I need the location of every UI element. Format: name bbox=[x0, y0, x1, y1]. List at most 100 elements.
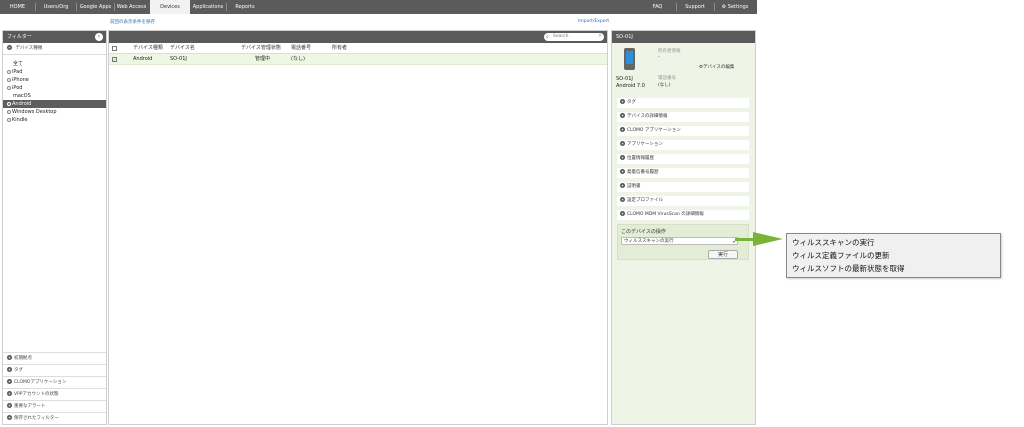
column-mgmt-status[interactable]: デバイス管理状態 bbox=[241, 43, 281, 54]
tab-applications[interactable]: Applications bbox=[190, 0, 226, 14]
cell-device-type: Android bbox=[133, 56, 153, 62]
section-label: 保存されたフィルター bbox=[14, 416, 59, 421]
detail-section-label: 位置情報履歴 bbox=[627, 156, 654, 161]
detail-section-label: デバイスの詳細情報 bbox=[627, 114, 668, 119]
tab-reports[interactable]: Reports bbox=[227, 0, 263, 14]
filter-section-tag[interactable]: + タグ bbox=[3, 364, 106, 376]
detail-section-label: CLOMO MDM VirusScan の詳細情報 bbox=[627, 212, 704, 217]
column-device-name[interactable]: デバイス名 bbox=[170, 43, 195, 54]
plus-circle-icon: + bbox=[620, 99, 625, 104]
option-virus-scan[interactable]: ウィルススキャンの実行 bbox=[792, 237, 875, 248]
device-type-label: Windows Desktop bbox=[12, 109, 57, 115]
save-display-conditions-link[interactable]: 前回の表示条件を保存 bbox=[110, 19, 155, 25]
device-operations: このデバイスの操作 ウィルススキャンの実行 ▾ 実行 bbox=[617, 224, 749, 260]
detail-section-device-info[interactable]: + デバイスの詳細情報 bbox=[617, 112, 749, 122]
chevron-left-icon[interactable]: ‹ bbox=[95, 33, 103, 41]
filter-section-device-type[interactable]: + デバイス種類 bbox=[3, 43, 106, 55]
detail-os: Android 7.0 bbox=[616, 83, 645, 89]
section-label: 初期拠点 bbox=[14, 356, 32, 361]
device-type-ipad[interactable]: iPad bbox=[3, 68, 106, 76]
option-get-latest-status[interactable]: ウィルスソフトの最新状態を取得 bbox=[792, 263, 905, 274]
plus-circle-icon: + bbox=[7, 45, 12, 50]
settings-link[interactable]: ⚙ Settings bbox=[717, 0, 753, 14]
detail-section-call-history[interactable]: + 発着信番号履歴 bbox=[617, 168, 749, 178]
device-type-ipod[interactable]: iPod bbox=[3, 84, 106, 92]
detail-section-label: 設定プロファイル bbox=[627, 198, 663, 203]
search-input[interactable]: ⌕ Search ✕ bbox=[544, 33, 604, 41]
plus-circle-icon: + bbox=[7, 355, 12, 360]
top-nav: HOME Users/Org Google Apps Web Access De… bbox=[0, 0, 757, 14]
device-list-toolbar: ⌕ Search ✕ bbox=[109, 31, 607, 43]
column-phone[interactable]: 電話番号 bbox=[291, 43, 311, 54]
tab-users-org[interactable]: Users/Org bbox=[36, 0, 76, 14]
device-type-all[interactable]: 全て bbox=[3, 60, 106, 68]
clear-icon[interactable]: ✕ bbox=[598, 33, 602, 41]
select-all-checkbox[interactable] bbox=[112, 46, 117, 51]
detail-section-clomo-apps[interactable]: + CLOMO アプリケーション bbox=[617, 126, 749, 136]
section-label: 重要なアラート bbox=[14, 404, 46, 409]
table-row[interactable]: ✓ Android SO-01J 管理中 (なし) bbox=[109, 54, 607, 65]
nav-separator bbox=[714, 3, 715, 11]
device-type-label: 全て bbox=[13, 61, 24, 67]
filter-section-clomo-apps[interactable]: + CLOMOアプリケーション bbox=[3, 376, 106, 388]
device-type-kindle[interactable]: Kindle bbox=[3, 116, 106, 124]
detail-section-virusscan[interactable]: + CLOMO MDM VirusScan の詳細情報 bbox=[617, 210, 749, 220]
section-label: デバイス種類 bbox=[15, 46, 43, 51]
row-checkbox[interactable]: ✓ bbox=[112, 57, 117, 62]
plus-circle-icon: + bbox=[7, 367, 12, 372]
device-type-label: Android bbox=[12, 101, 32, 107]
device-list-panel: ⌕ Search ✕ デバイス種類 デバイス名 デバイス管理状態 電話番号 所有… bbox=[108, 30, 608, 425]
callout-arrow-icon bbox=[753, 232, 783, 246]
settings-label: Settings bbox=[727, 4, 749, 10]
detail-header: SO-01J bbox=[612, 31, 755, 43]
plus-circle-icon: + bbox=[7, 415, 12, 420]
filter-bottom-sections: + 初期拠点 + タグ + CLOMOアプリケーション + VPPアカウントの状態 + 重… bbox=[3, 352, 106, 424]
detail-section-label: アプリケーション bbox=[627, 142, 663, 147]
tab-devices[interactable]: Devices bbox=[150, 0, 190, 14]
cell-device-name: SO-01J bbox=[170, 56, 187, 62]
option-update-definitions[interactable]: ウィルス定義ファイルの更新 bbox=[792, 250, 890, 261]
tab-home[interactable]: HOME bbox=[0, 0, 35, 14]
owner-label: 所有者情報 bbox=[658, 49, 681, 54]
detail-section-profiles[interactable]: + 設定プロファイル bbox=[617, 196, 749, 206]
filter-section-initial-site[interactable]: + 初期拠点 bbox=[3, 352, 106, 364]
import-export-link[interactable]: Import/Export bbox=[578, 19, 609, 24]
radio-icon bbox=[7, 117, 11, 122]
device-type-macos[interactable]: macOS bbox=[3, 92, 106, 100]
radio-icon bbox=[7, 109, 11, 114]
plus-circle-icon: + bbox=[620, 169, 625, 174]
device-type-android[interactable]: Android bbox=[3, 100, 106, 108]
faq-link[interactable]: FAQ bbox=[640, 0, 675, 14]
device-type-iphone[interactable]: iPhone bbox=[3, 76, 106, 84]
radio-icon bbox=[7, 85, 11, 90]
operation-selected-value: ウィルススキャンの実行 bbox=[624, 239, 674, 244]
radio-icon bbox=[7, 69, 11, 74]
device-type-windows-desktop[interactable]: Windows Desktop bbox=[3, 108, 106, 116]
owner-value: - bbox=[658, 55, 660, 60]
cell-mgmt-status: 管理中 bbox=[255, 56, 271, 62]
edit-device-label: デバイスの編集 bbox=[703, 65, 735, 70]
detail-section-location[interactable]: + 位置情報履歴 bbox=[617, 154, 749, 164]
run-button[interactable]: 実行 bbox=[708, 250, 738, 259]
support-link[interactable]: Support bbox=[677, 0, 713, 14]
detail-section-certificates[interactable]: + 証明書 bbox=[617, 182, 749, 192]
filter-section-alerts[interactable]: + 重要なアラート bbox=[3, 400, 106, 412]
column-device-type[interactable]: デバイス種類 bbox=[133, 43, 163, 54]
plus-circle-icon: + bbox=[620, 155, 625, 160]
radio-icon bbox=[7, 101, 11, 106]
column-owner[interactable]: 所有者 bbox=[332, 43, 347, 54]
edit-device-link[interactable]: ⚙デバイスの編集 bbox=[699, 64, 734, 70]
gear-icon: ⚙ bbox=[721, 4, 727, 10]
filter-section-saved[interactable]: + 保存されたフィルター bbox=[3, 412, 106, 424]
callout-arrow-line bbox=[735, 238, 755, 241]
table-header: デバイス種類 デバイス名 デバイス管理状態 電話番号 所有者 bbox=[109, 43, 607, 54]
tab-google-apps[interactable]: Google Apps bbox=[77, 0, 114, 14]
operation-options-callout: ウィルススキャンの実行 ウィルス定義ファイルの更新 ウィルスソフトの最新状態を取… bbox=[786, 233, 1001, 278]
filter-section-vpp[interactable]: + VPPアカウントの状態 bbox=[3, 388, 106, 400]
operation-select[interactable]: ウィルススキャンの実行 ▾ bbox=[621, 237, 738, 245]
device-detail-panel: SO-01J 所有者情報 - ⚙デバイスの編集 SO-01J Android 7… bbox=[611, 30, 756, 425]
tab-web-access[interactable]: Web Access bbox=[115, 0, 148, 14]
detail-section-apps[interactable]: + アプリケーション bbox=[617, 140, 749, 150]
detail-device-name: SO-01J bbox=[616, 76, 633, 82]
detail-section-tag[interactable]: + タグ bbox=[617, 98, 749, 108]
